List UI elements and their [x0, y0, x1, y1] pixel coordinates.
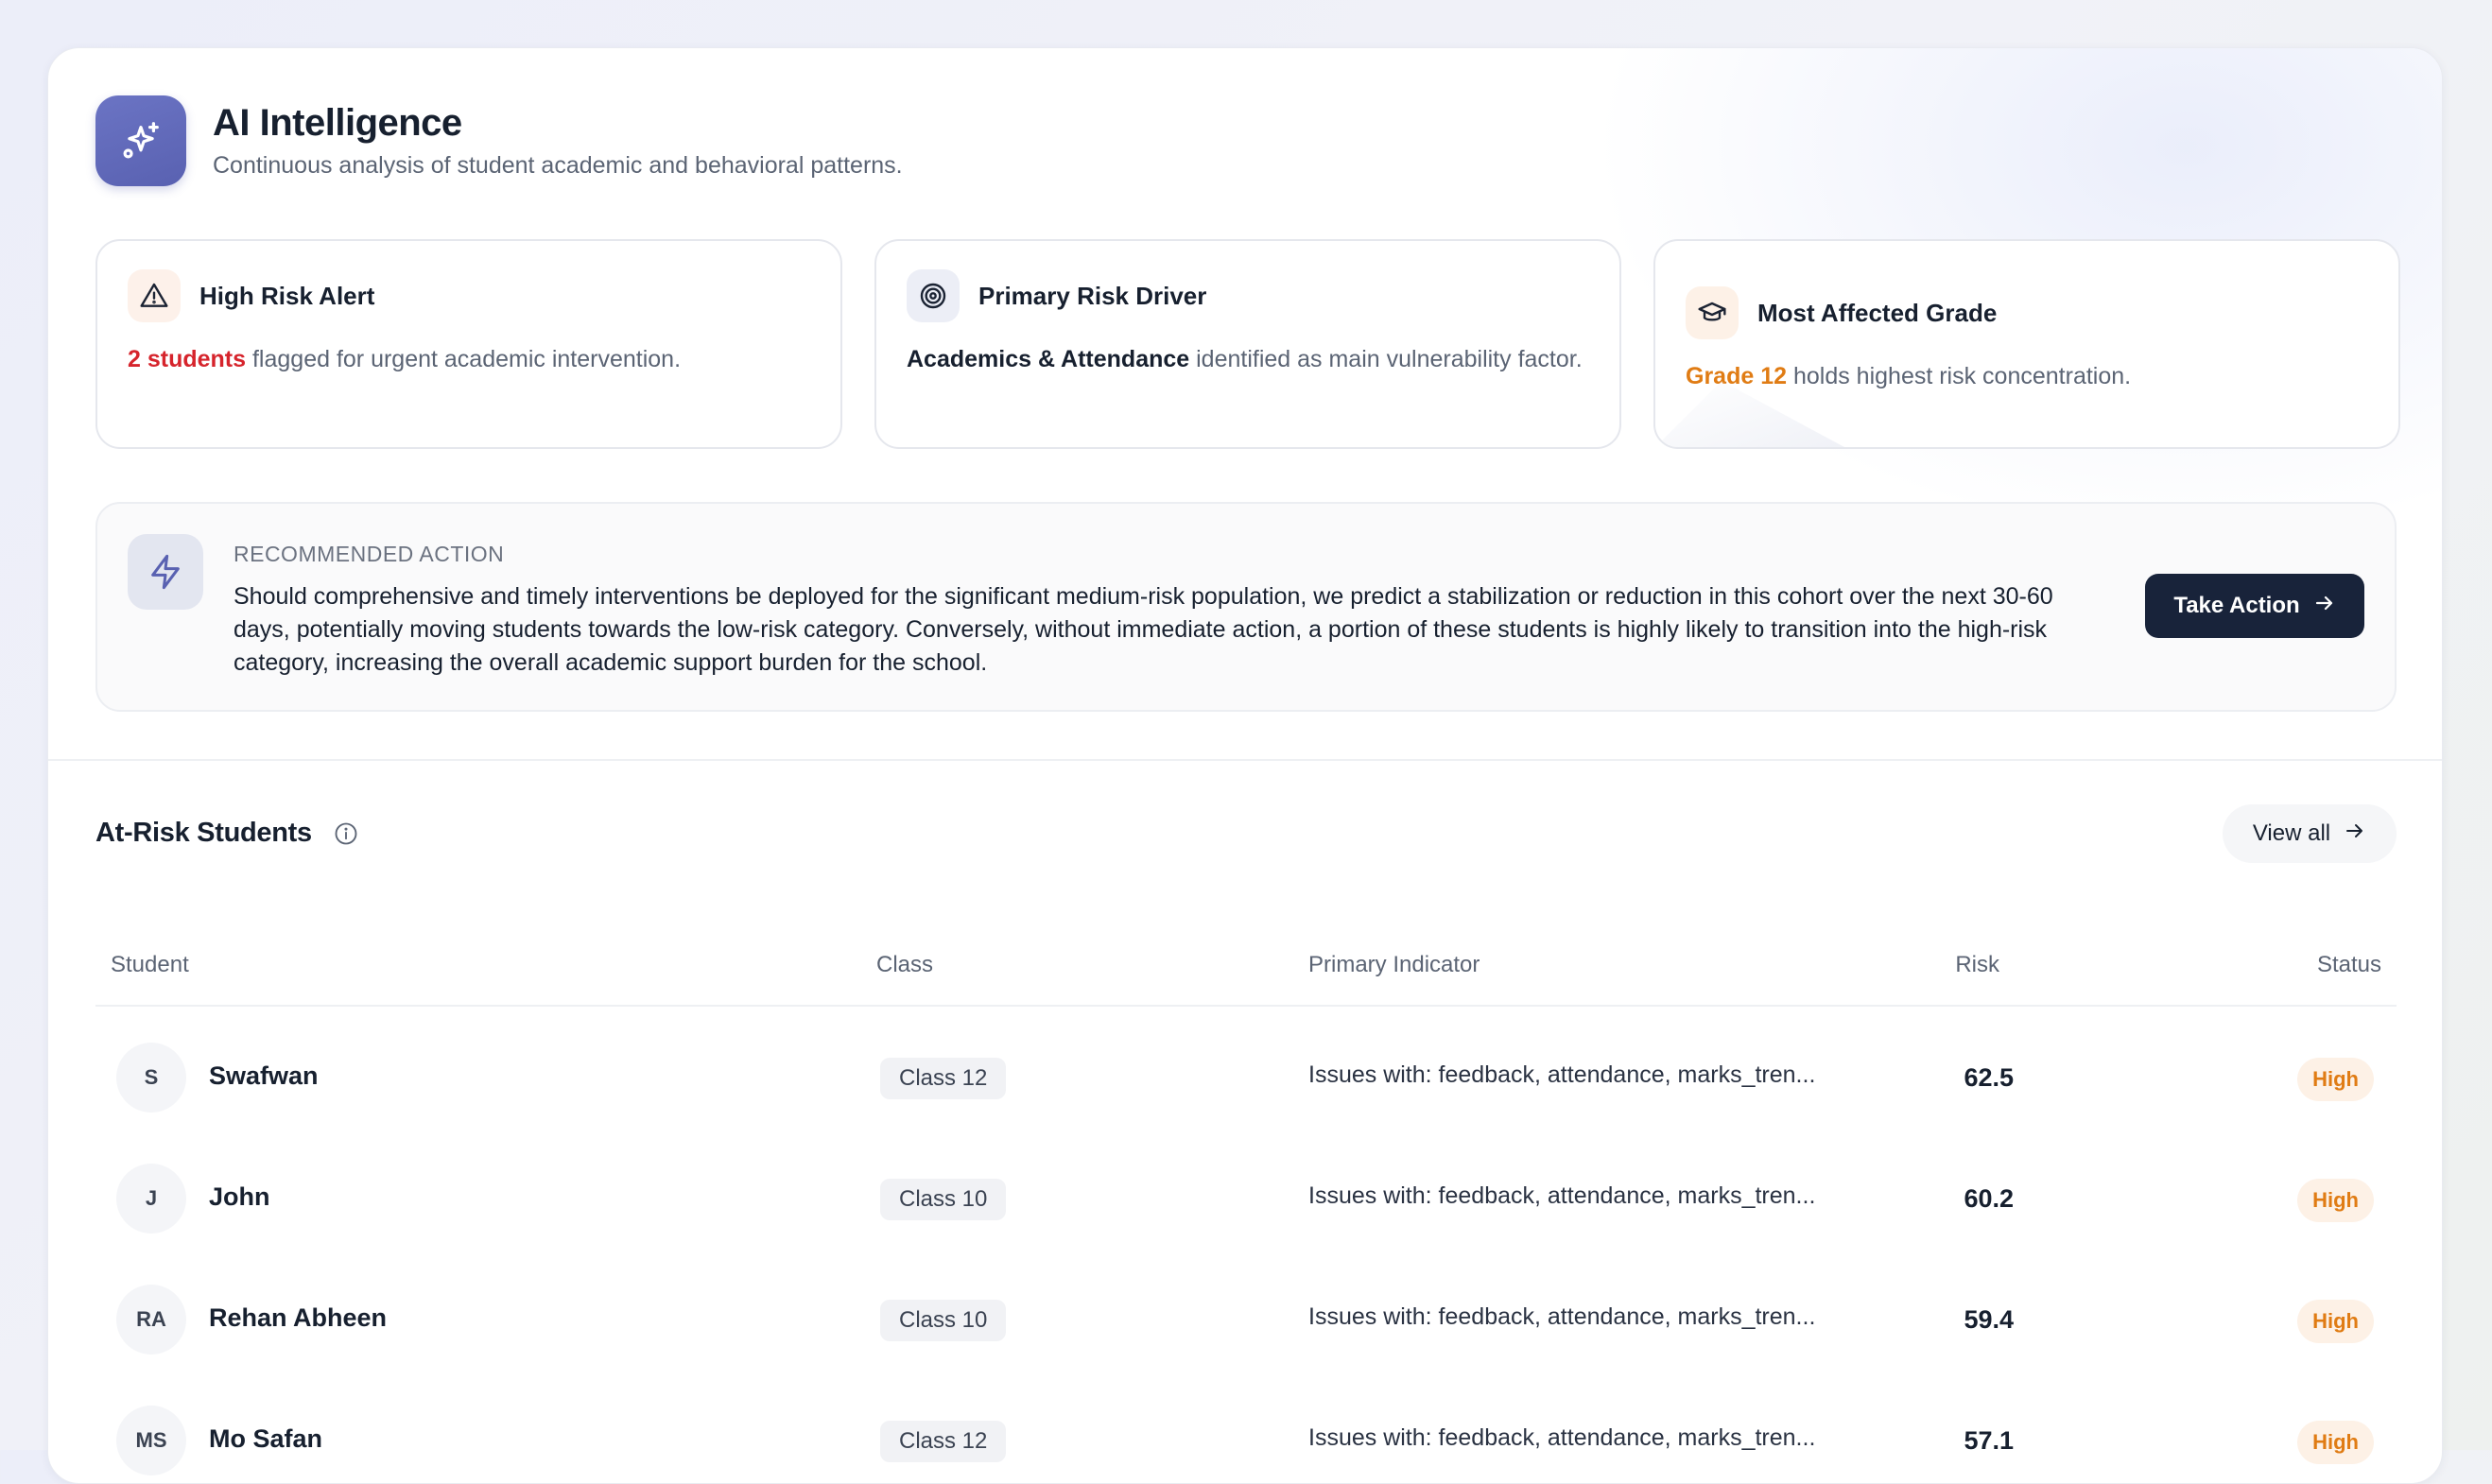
primary-indicator: Issues with: feedback, attendance, marks… — [1308, 1424, 1816, 1451]
card-title: Primary Risk Driver — [978, 281, 1207, 310]
card-description: Academics & Attendance identified as mai… — [907, 341, 1589, 377]
arrow-right-icon — [2313, 592, 2336, 621]
arrow-right-icon — [2344, 820, 2366, 849]
page-title: AI Intelligence — [213, 102, 462, 144]
card-highlight: 2 students — [128, 346, 247, 372]
at-risk-students-table: Student Class Primary Indicator Risk Sta… — [95, 940, 2397, 1483]
student-name: John — [209, 1182, 270, 1211]
class-badge: Class 12 — [880, 1421, 1007, 1462]
avatar: MS — [116, 1406, 186, 1475]
section-title: At-Risk Students — [95, 818, 359, 849]
card-highlight: Grade 12 — [1686, 363, 1788, 389]
primary-indicator: Issues with: feedback, attendance, marks… — [1308, 1303, 1816, 1330]
lightning-icon — [128, 534, 203, 610]
risk-score: 57.1 — [1964, 1426, 2014, 1455]
class-badge: Class 12 — [880, 1058, 1007, 1099]
card-highlight: Academics & Attendance — [907, 346, 1190, 372]
avatar: J — [116, 1164, 186, 1234]
table-row[interactable]: J John Class 10 Issues with: feedback, a… — [95, 1152, 2397, 1273]
section-title-text: At-Risk Students — [95, 818, 312, 848]
column-header-primary-indicator[interactable]: Primary Indicator — [1308, 952, 1480, 978]
recommended-action-label: RECOMMENDED ACTION — [234, 542, 505, 566]
take-action-label: Take Action — [2173, 593, 2300, 618]
recommended-action-box: RECOMMENDED ACTION Should comprehensive … — [95, 502, 2397, 712]
card-title: High Risk Alert — [199, 281, 375, 310]
column-header-status[interactable]: Status — [2317, 952, 2381, 978]
take-action-button[interactable]: Take Action — [2145, 574, 2364, 638]
insight-cards: High Risk Alert 2 students flagged for u… — [95, 239, 2400, 449]
risk-score: 60.2 — [1964, 1184, 2014, 1213]
risk-score: 62.5 — [1964, 1063, 2014, 1092]
student-name: Mo Safan — [209, 1424, 323, 1453]
card-description: 2 students flagged for urgent academic i… — [128, 341, 810, 377]
primary-risk-driver-card: Primary Risk Driver Academics & Attendan… — [874, 239, 1621, 449]
alert-triangle-icon — [128, 269, 181, 322]
at-risk-section-header: At-Risk Students View all — [95, 804, 2397, 863]
avatar: RA — [116, 1285, 186, 1355]
card-text: flagged for urgent academic intervention… — [246, 346, 682, 372]
student-name: Rehan Abheen — [209, 1303, 388, 1332]
page-subtitle: Continuous analysis of student academic … — [213, 152, 903, 179]
card-text: holds highest risk concentration. — [1787, 363, 2132, 389]
avatar: S — [116, 1043, 186, 1113]
column-header-class[interactable]: Class — [876, 952, 933, 978]
target-icon — [907, 269, 960, 322]
card-title: Most Affected Grade — [1757, 298, 1998, 327]
info-icon[interactable] — [333, 820, 359, 847]
panel-header: AI Intelligence Continuous analysis of s… — [95, 95, 903, 186]
section-divider — [48, 759, 2442, 761]
column-header-student[interactable]: Student — [111, 952, 189, 978]
status-badge: High — [2297, 1300, 2374, 1343]
sparkles-icon — [95, 95, 186, 186]
column-header-risk[interactable]: Risk — [1955, 952, 1999, 978]
graduation-cap-icon — [1686, 286, 1739, 339]
view-all-label: View all — [2252, 820, 2331, 846]
primary-indicator: Issues with: feedback, attendance, marks… — [1308, 1182, 1816, 1209]
status-badge: High — [2297, 1058, 2374, 1101]
card-text: identified as main vulnerability factor. — [1189, 346, 1583, 372]
table-row[interactable]: RA Rehan Abheen Class 10 Issues with: fe… — [95, 1273, 2397, 1394]
view-all-button[interactable]: View all — [2223, 804, 2397, 863]
table-header: Student Class Primary Indicator Risk Sta… — [95, 940, 2397, 1007]
risk-score: 59.4 — [1964, 1305, 2014, 1334]
status-badge: High — [2297, 1179, 2374, 1222]
high-risk-alert-card: High Risk Alert 2 students flagged for u… — [95, 239, 842, 449]
most-affected-grade-card: Most Affected Grade Grade 12 holds highe… — [1653, 239, 2400, 449]
recommended-action-text: Should comprehensive and timely interven… — [234, 583, 2053, 676]
primary-indicator: Issues with: feedback, attendance, marks… — [1308, 1061, 1816, 1088]
table-row[interactable]: S Swafwan Class 12 Issues with: feedback… — [95, 1031, 2397, 1152]
ai-intelligence-panel: AI Intelligence Continuous analysis of s… — [47, 47, 2443, 1484]
class-badge: Class 10 — [880, 1179, 1007, 1220]
class-badge: Class 10 — [880, 1300, 1007, 1341]
status-badge: High — [2297, 1421, 2374, 1464]
table-row[interactable]: MS Mo Safan Class 12 Issues with: feedba… — [95, 1394, 2397, 1483]
student-name: Swafwan — [209, 1061, 319, 1090]
card-description: Grade 12 holds highest risk concentratio… — [1686, 358, 2368, 394]
